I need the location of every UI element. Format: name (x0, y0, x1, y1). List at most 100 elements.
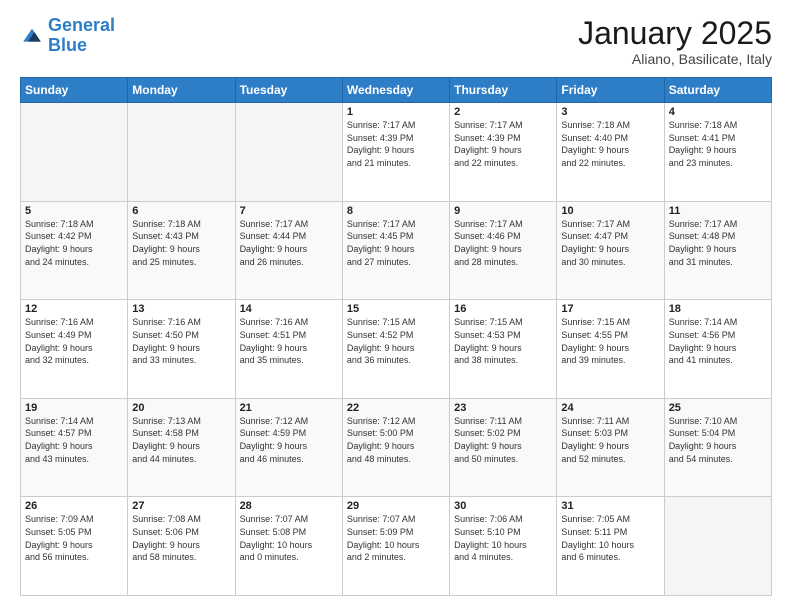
calendar-cell-1-0: 5Sunrise: 7:18 AM Sunset: 4:42 PM Daylig… (21, 201, 128, 300)
calendar-cell-4-5: 31Sunrise: 7:05 AM Sunset: 5:11 PM Dayli… (557, 497, 664, 596)
day-info: Sunrise: 7:07 AM Sunset: 5:09 PM Dayligh… (347, 513, 445, 563)
calendar-week-3: 19Sunrise: 7:14 AM Sunset: 4:57 PM Dayli… (21, 398, 772, 497)
header-thursday: Thursday (450, 78, 557, 103)
day-info: Sunrise: 7:11 AM Sunset: 5:02 PM Dayligh… (454, 415, 552, 465)
day-number: 9 (454, 205, 552, 217)
day-number: 26 (25, 500, 123, 512)
calendar-cell-2-0: 12Sunrise: 7:16 AM Sunset: 4:49 PM Dayli… (21, 300, 128, 399)
header-monday: Monday (128, 78, 235, 103)
day-info: Sunrise: 7:18 AM Sunset: 4:41 PM Dayligh… (669, 119, 767, 169)
logo-name: GeneralBlue (48, 16, 115, 56)
day-info: Sunrise: 7:09 AM Sunset: 5:05 PM Dayligh… (25, 513, 123, 563)
day-info: Sunrise: 7:10 AM Sunset: 5:04 PM Dayligh… (669, 415, 767, 465)
calendar-cell-1-5: 10Sunrise: 7:17 AM Sunset: 4:47 PM Dayli… (557, 201, 664, 300)
day-info: Sunrise: 7:12 AM Sunset: 4:59 PM Dayligh… (240, 415, 338, 465)
calendar-cell-3-2: 21Sunrise: 7:12 AM Sunset: 4:59 PM Dayli… (235, 398, 342, 497)
calendar-cell-1-3: 8Sunrise: 7:17 AM Sunset: 4:45 PM Daylig… (342, 201, 449, 300)
day-info: Sunrise: 7:17 AM Sunset: 4:39 PM Dayligh… (454, 119, 552, 169)
day-number: 27 (132, 500, 230, 512)
day-info: Sunrise: 7:16 AM Sunset: 4:51 PM Dayligh… (240, 316, 338, 366)
page: GeneralBlue January 2025 Aliano, Basilic… (0, 0, 792, 612)
day-number: 28 (240, 500, 338, 512)
day-info: Sunrise: 7:17 AM Sunset: 4:46 PM Dayligh… (454, 218, 552, 268)
day-info: Sunrise: 7:16 AM Sunset: 4:50 PM Dayligh… (132, 316, 230, 366)
calendar-week-0: 1Sunrise: 7:17 AM Sunset: 4:39 PM Daylig… (21, 103, 772, 202)
calendar-cell-2-5: 17Sunrise: 7:15 AM Sunset: 4:55 PM Dayli… (557, 300, 664, 399)
day-info: Sunrise: 7:05 AM Sunset: 5:11 PM Dayligh… (561, 513, 659, 563)
calendar-week-2: 12Sunrise: 7:16 AM Sunset: 4:49 PM Dayli… (21, 300, 772, 399)
day-info: Sunrise: 7:15 AM Sunset: 4:55 PM Dayligh… (561, 316, 659, 366)
day-number: 22 (347, 402, 445, 414)
calendar-cell-3-5: 24Sunrise: 7:11 AM Sunset: 5:03 PM Dayli… (557, 398, 664, 497)
logo: GeneralBlue (20, 16, 115, 56)
day-info: Sunrise: 7:14 AM Sunset: 4:57 PM Dayligh… (25, 415, 123, 465)
day-info: Sunrise: 7:06 AM Sunset: 5:10 PM Dayligh… (454, 513, 552, 563)
day-number: 5 (25, 205, 123, 217)
day-number: 31 (561, 500, 659, 512)
calendar-cell-0-1 (128, 103, 235, 202)
day-number: 20 (132, 402, 230, 414)
day-number: 17 (561, 303, 659, 315)
day-number: 16 (454, 303, 552, 315)
day-number: 6 (132, 205, 230, 217)
day-info: Sunrise: 7:18 AM Sunset: 4:43 PM Dayligh… (132, 218, 230, 268)
day-number: 14 (240, 303, 338, 315)
logo-icon (20, 24, 44, 48)
day-info: Sunrise: 7:12 AM Sunset: 5:00 PM Dayligh… (347, 415, 445, 465)
calendar-cell-4-4: 30Sunrise: 7:06 AM Sunset: 5:10 PM Dayli… (450, 497, 557, 596)
calendar-cell-0-5: 3Sunrise: 7:18 AM Sunset: 4:40 PM Daylig… (557, 103, 664, 202)
header-wednesday: Wednesday (342, 78, 449, 103)
days-header-row: Sunday Monday Tuesday Wednesday Thursday… (21, 78, 772, 103)
calendar-cell-4-2: 28Sunrise: 7:07 AM Sunset: 5:08 PM Dayli… (235, 497, 342, 596)
day-number: 19 (25, 402, 123, 414)
day-info: Sunrise: 7:18 AM Sunset: 4:42 PM Dayligh… (25, 218, 123, 268)
day-number: 21 (240, 402, 338, 414)
calendar-cell-3-3: 22Sunrise: 7:12 AM Sunset: 5:00 PM Dayli… (342, 398, 449, 497)
day-number: 25 (669, 402, 767, 414)
calendar-table: Sunday Monday Tuesday Wednesday Thursday… (20, 77, 772, 596)
day-info: Sunrise: 7:17 AM Sunset: 4:39 PM Dayligh… (347, 119, 445, 169)
day-number: 7 (240, 205, 338, 217)
calendar-cell-2-2: 14Sunrise: 7:16 AM Sunset: 4:51 PM Dayli… (235, 300, 342, 399)
day-info: Sunrise: 7:07 AM Sunset: 5:08 PM Dayligh… (240, 513, 338, 563)
calendar-cell-1-6: 11Sunrise: 7:17 AM Sunset: 4:48 PM Dayli… (664, 201, 771, 300)
calendar-cell-4-3: 29Sunrise: 7:07 AM Sunset: 5:09 PM Dayli… (342, 497, 449, 596)
header: GeneralBlue January 2025 Aliano, Basilic… (20, 16, 772, 67)
day-info: Sunrise: 7:17 AM Sunset: 4:48 PM Dayligh… (669, 218, 767, 268)
calendar-cell-2-1: 13Sunrise: 7:16 AM Sunset: 4:50 PM Dayli… (128, 300, 235, 399)
day-info: Sunrise: 7:15 AM Sunset: 4:52 PM Dayligh… (347, 316, 445, 366)
day-number: 8 (347, 205, 445, 217)
day-info: Sunrise: 7:11 AM Sunset: 5:03 PM Dayligh… (561, 415, 659, 465)
calendar-cell-4-0: 26Sunrise: 7:09 AM Sunset: 5:05 PM Dayli… (21, 497, 128, 596)
calendar-week-4: 26Sunrise: 7:09 AM Sunset: 5:05 PM Dayli… (21, 497, 772, 596)
header-tuesday: Tuesday (235, 78, 342, 103)
day-info: Sunrise: 7:17 AM Sunset: 4:45 PM Dayligh… (347, 218, 445, 268)
calendar-cell-4-6 (664, 497, 771, 596)
day-number: 10 (561, 205, 659, 217)
header-sunday: Sunday (21, 78, 128, 103)
calendar-cell-2-6: 18Sunrise: 7:14 AM Sunset: 4:56 PM Dayli… (664, 300, 771, 399)
calendar-cell-0-4: 2Sunrise: 7:17 AM Sunset: 4:39 PM Daylig… (450, 103, 557, 202)
day-number: 12 (25, 303, 123, 315)
header-saturday: Saturday (664, 78, 771, 103)
calendar-cell-1-2: 7Sunrise: 7:17 AM Sunset: 4:44 PM Daylig… (235, 201, 342, 300)
calendar-cell-2-3: 15Sunrise: 7:15 AM Sunset: 4:52 PM Dayli… (342, 300, 449, 399)
title-block: January 2025 Aliano, Basilicate, Italy (578, 16, 772, 67)
calendar-cell-4-1: 27Sunrise: 7:08 AM Sunset: 5:06 PM Dayli… (128, 497, 235, 596)
day-number: 24 (561, 402, 659, 414)
calendar-cell-1-1: 6Sunrise: 7:18 AM Sunset: 4:43 PM Daylig… (128, 201, 235, 300)
day-number: 4 (669, 106, 767, 118)
day-info: Sunrise: 7:14 AM Sunset: 4:56 PM Dayligh… (669, 316, 767, 366)
calendar-cell-3-6: 25Sunrise: 7:10 AM Sunset: 5:04 PM Dayli… (664, 398, 771, 497)
day-info: Sunrise: 7:08 AM Sunset: 5:06 PM Dayligh… (132, 513, 230, 563)
calendar-cell-0-3: 1Sunrise: 7:17 AM Sunset: 4:39 PM Daylig… (342, 103, 449, 202)
day-number: 15 (347, 303, 445, 315)
day-number: 29 (347, 500, 445, 512)
calendar-subtitle: Aliano, Basilicate, Italy (578, 51, 772, 67)
day-number: 30 (454, 500, 552, 512)
day-number: 3 (561, 106, 659, 118)
day-number: 1 (347, 106, 445, 118)
day-info: Sunrise: 7:18 AM Sunset: 4:40 PM Dayligh… (561, 119, 659, 169)
calendar-title: January 2025 (578, 16, 772, 51)
day-info: Sunrise: 7:16 AM Sunset: 4:49 PM Dayligh… (25, 316, 123, 366)
